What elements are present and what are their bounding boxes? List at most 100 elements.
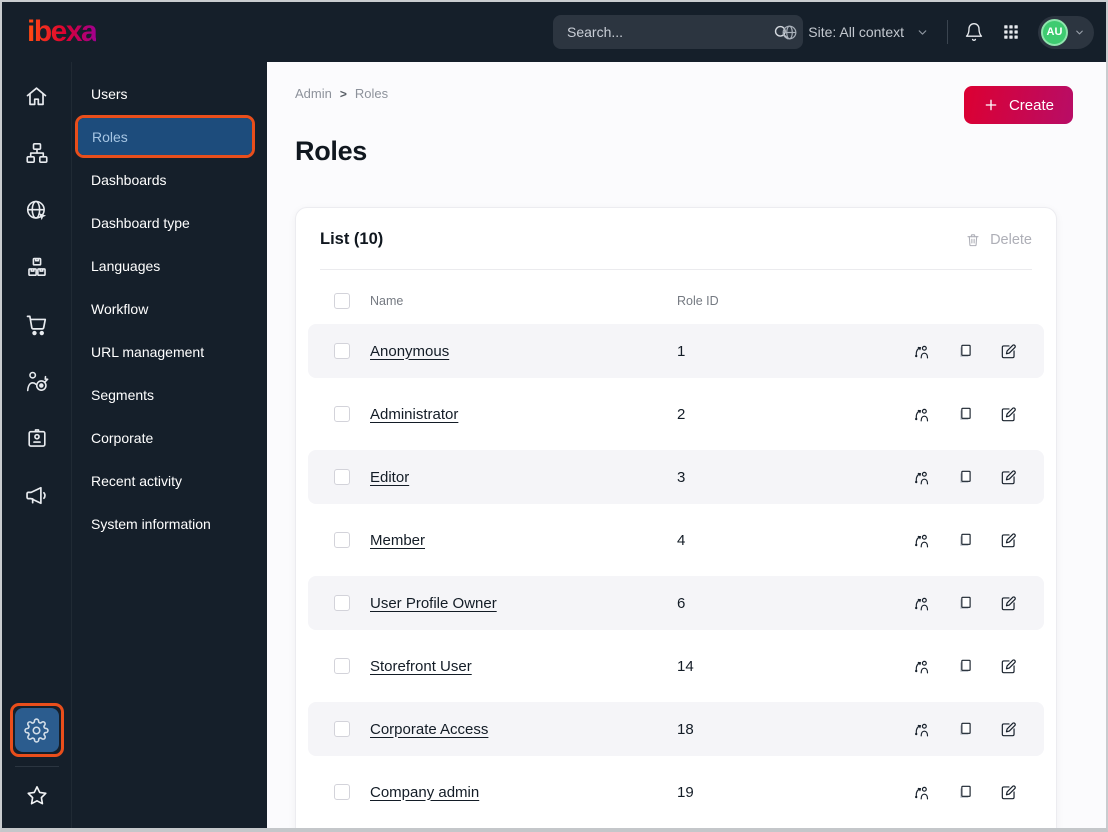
commerce-cart-icon[interactable] <box>17 304 57 344</box>
copy-icon[interactable] <box>956 720 974 738</box>
row-checkbox[interactable] <box>334 784 350 800</box>
edit-icon[interactable] <box>999 657 1018 676</box>
assign-user-icon[interactable] <box>912 720 931 739</box>
admin-menu: Users Roles Dashboards Dashboard type Langua… <box>72 62 267 828</box>
role-name-link[interactable]: User Profile Owner <box>370 595 677 612</box>
role-id-cell: 14 <box>677 657 694 675</box>
content-tree-icon[interactable] <box>17 133 57 173</box>
edit-icon[interactable] <box>999 531 1018 550</box>
page-title: Roles <box>295 136 368 166</box>
app-grid-icon[interactable] <box>1002 23 1020 41</box>
assign-user-icon[interactable] <box>912 657 931 676</box>
assign-user-icon[interactable] <box>912 405 931 424</box>
role-name-link[interactable]: Administrator <box>370 406 677 423</box>
site-globe-icon[interactable] <box>17 190 57 230</box>
site-context-label: Site: All context <box>808 24 904 40</box>
icon-rail <box>2 62 72 828</box>
copy-icon[interactable] <box>956 531 974 549</box>
row-checkbox[interactable] <box>334 721 350 737</box>
edit-icon[interactable] <box>999 594 1018 613</box>
edit-icon[interactable] <box>999 783 1018 802</box>
sidebar-item-system-information[interactable]: System information <box>72 502 267 545</box>
role-name-link[interactable]: Storefront User <box>370 658 677 675</box>
sidebar-item-users[interactable]: Users <box>72 72 267 115</box>
sidebar-item-languages[interactable]: Languages <box>72 244 267 287</box>
column-header-role-id: Role ID <box>677 294 719 308</box>
sidebar-item-roles[interactable]: Roles <box>78 118 252 155</box>
copy-icon[interactable] <box>956 657 974 675</box>
content-area: Admin > Roles Roles Create List (10) Del… <box>267 62 1106 828</box>
assign-user-icon[interactable] <box>912 783 931 802</box>
chevron-down-icon <box>1074 27 1085 38</box>
sidebar-item-dashboards[interactable]: Dashboards <box>72 158 267 201</box>
table-row: Administrator 2 <box>308 387 1044 441</box>
marketing-target-icon[interactable] <box>17 361 57 401</box>
assign-user-icon[interactable] <box>912 531 931 550</box>
annotation-settings-highlight <box>9 703 64 757</box>
row-checkbox[interactable] <box>334 658 350 674</box>
row-checkbox[interactable] <box>334 469 350 485</box>
role-name-link[interactable]: Company admin <box>370 784 677 801</box>
role-name-link[interactable]: Corporate Access <box>370 721 677 738</box>
topbar: ibexa Site: All context AU <box>2 2 1106 62</box>
sidebar-item-dashboard-type[interactable]: Dashboard type <box>72 201 267 244</box>
assign-user-icon[interactable] <box>912 342 931 361</box>
site-context-selector[interactable]: Site: All context <box>780 23 929 42</box>
edit-icon[interactable] <box>999 720 1018 739</box>
column-header-name: Name <box>370 294 404 308</box>
row-checkbox[interactable] <box>334 343 350 359</box>
row-actions <box>912 531 1018 550</box>
row-checkbox[interactable] <box>334 595 350 611</box>
global-search[interactable] <box>553 15 803 49</box>
role-id-cell: 4 <box>677 531 686 549</box>
table-row: Storefront User 14 <box>308 639 1044 693</box>
role-name-link[interactable]: Editor <box>370 469 677 486</box>
trash-icon <box>965 232 981 248</box>
sidebar-item-segments[interactable]: Segments <box>72 373 267 416</box>
role-name-link[interactable]: Member <box>370 532 677 549</box>
products-icon[interactable] <box>17 247 57 287</box>
activity-megaphone-icon[interactable] <box>17 475 57 515</box>
sidebar-item-corporate[interactable]: Corporate <box>72 416 267 459</box>
copy-icon[interactable] <box>956 342 974 360</box>
table-row: Anonymous 1 <box>308 324 1044 378</box>
role-name-link[interactable]: Anonymous <box>370 343 677 360</box>
bookmarks-star-icon[interactable] <box>17 776 57 816</box>
copy-icon[interactable] <box>956 468 974 486</box>
home-icon[interactable] <box>17 76 57 116</box>
row-checkbox[interactable] <box>334 532 350 548</box>
edit-icon[interactable] <box>999 468 1018 487</box>
card-divider <box>320 269 1032 270</box>
breadcrumb-item-admin[interactable]: Admin <box>295 86 332 101</box>
globe-icon <box>780 23 799 42</box>
edit-icon[interactable] <box>999 405 1018 424</box>
breadcrumb-item-roles[interactable]: Roles <box>355 86 388 101</box>
sidebar-item-recent-activity[interactable]: Recent activity <box>72 459 267 502</box>
copy-icon[interactable] <box>956 783 974 801</box>
copy-icon[interactable] <box>956 405 974 423</box>
row-actions <box>912 594 1018 613</box>
row-actions <box>912 657 1018 676</box>
sidebar-item-url-management[interactable]: URL management <box>72 330 267 373</box>
role-id-cell: 6 <box>677 594 686 612</box>
assign-user-icon[interactable] <box>912 468 931 487</box>
settings-gear-icon[interactable] <box>14 708 59 752</box>
role-id-cell: 1 <box>677 342 686 360</box>
breadcrumb: Admin > Roles <box>295 86 388 101</box>
select-all-checkbox[interactable] <box>334 293 350 309</box>
sidebar-item-workflow[interactable]: Workflow <box>72 287 267 330</box>
corporate-badge-icon[interactable] <box>17 418 57 458</box>
role-id-cell: 2 <box>677 405 686 423</box>
delete-button-label: Delete <box>990 231 1032 248</box>
user-menu[interactable]: AU <box>1038 15 1094 49</box>
row-actions <box>912 468 1018 487</box>
copy-icon[interactable] <box>956 594 974 612</box>
assign-user-icon[interactable] <box>912 594 931 613</box>
search-input[interactable] <box>567 24 772 40</box>
notifications-bell-icon[interactable] <box>964 22 984 42</box>
create-button[interactable]: Create <box>963 86 1073 124</box>
avatar[interactable]: AU <box>1041 18 1068 46</box>
row-checkbox[interactable] <box>334 406 350 422</box>
edit-icon[interactable] <box>999 342 1018 361</box>
delete-button[interactable]: Delete <box>965 232 1032 248</box>
